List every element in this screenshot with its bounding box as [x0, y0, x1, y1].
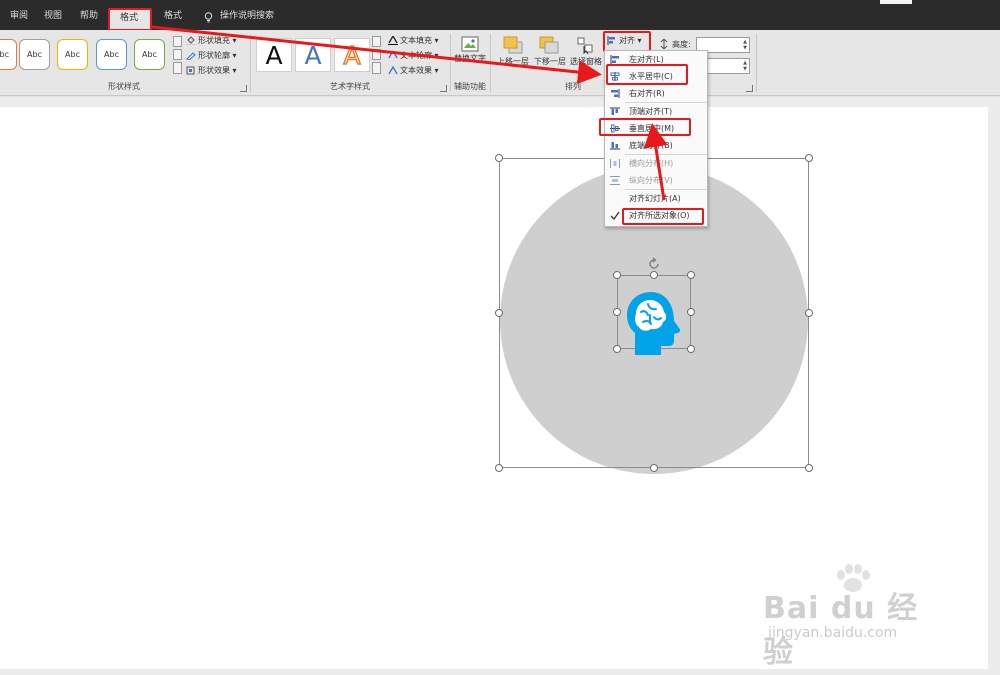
selection-pane-button[interactable]: 选择窗格 [569, 56, 603, 67]
shape-style-preview-3[interactable]: Abc [57, 39, 88, 70]
text-fill-icon [388, 36, 398, 45]
shape-fill-button[interactable]: 形状填充 ▾ [186, 35, 237, 46]
text-effects-button[interactable]: 文本效果 ▾ [388, 65, 439, 76]
wordart-launcher[interactable] [440, 85, 447, 92]
send-backward-button[interactable]: 下移一层 [531, 56, 569, 67]
baidu-jingyan-watermark: Bai du 经验 jingyan.baidu.com [763, 563, 947, 670]
resize-handle-bottom-left[interactable] [495, 464, 503, 472]
head-brain-icon[interactable] [626, 290, 682, 356]
highlight-box-align-middle [599, 118, 691, 136]
icon-handle-left[interactable] [613, 308, 621, 316]
watermark-url: jingyan.baidu.com [768, 625, 898, 641]
wordart-sample-orange-outline[interactable]: A [334, 38, 370, 72]
bring-forward-icon [503, 36, 523, 54]
align-right-icon [611, 89, 620, 98]
resize-handle-right[interactable] [805, 309, 813, 317]
send-backward-icon [539, 36, 559, 54]
wordart-sample-black[interactable]: A [256, 38, 292, 72]
selection-pane-icon [577, 37, 593, 54]
paint-bucket-icon [186, 36, 196, 45]
alt-text-icon [461, 36, 479, 52]
wordart-scroll-down[interactable] [372, 49, 381, 60]
tab-help[interactable]: 帮助 [74, 8, 104, 24]
height-label: 高度: [672, 40, 691, 49]
wordart-sample-blue[interactable]: A [295, 38, 331, 72]
tab-view[interactable]: 视图 [38, 8, 68, 24]
size-launcher[interactable] [746, 85, 753, 92]
text-outline-button[interactable]: 文本轮廓 ▾ [388, 50, 439, 61]
shape-effects-icon [186, 66, 195, 75]
resize-handle-bottom-right[interactable] [805, 464, 813, 472]
highlight-box-format-tab [108, 8, 152, 31]
shape-style-preview-1[interactable]: Abc [0, 39, 17, 70]
highlight-box-align-selected [622, 208, 704, 225]
text-outline-icon [388, 51, 398, 59]
resize-handle-top-left[interactable] [495, 154, 503, 162]
ribbon: Abc Abc Abc Abc Abc 形状填充 ▾ 形状轮廓 ▾ 形状效果 ▾… [0, 30, 1000, 96]
shape-style-preview-2[interactable]: Abc [19, 39, 50, 70]
gallery-scroll-down[interactable] [173, 49, 182, 60]
menu-item-align-bottom[interactable]: 底端对齐(B) [605, 137, 707, 154]
group-divider [250, 34, 251, 92]
shape-styles-launcher[interactable] [240, 85, 247, 92]
highlight-box-align-center [606, 64, 688, 85]
distribute-horizontal-icon [610, 159, 620, 168]
alt-text-button[interactable]: 替换文字 [452, 54, 488, 64]
tab-format-picture[interactable]: 格式 [158, 8, 188, 24]
distribute-vertical-icon [610, 176, 620, 185]
powerpoint-window: 审阅 视图 帮助 格式 格式 操作说明搜索 Abc Abc Abc Abc Ab… [0, 0, 1000, 675]
group-label-wordart-styles: 艺术字样式 [330, 82, 370, 91]
menu-item-align-to-slide[interactable]: 对齐幻灯片(A) [605, 190, 707, 207]
align-top-icon [610, 107, 620, 115]
group-divider [490, 34, 491, 92]
window-control-area [880, 0, 912, 4]
icon-handle-bottom-left[interactable] [613, 345, 621, 353]
pen-icon [186, 52, 196, 60]
gallery-more-button[interactable] [173, 62, 182, 74]
shape-style-preview-5[interactable]: Abc [134, 39, 165, 70]
wordart-scroll-up[interactable] [372, 36, 381, 47]
ribbon-tab-bar: 审阅 视图 帮助 格式 格式 操作说明搜索 [0, 0, 1000, 31]
align-bottom-icon [610, 142, 620, 150]
group-divider [756, 34, 757, 92]
group-label-accessibility: 辅助功能 [454, 82, 486, 91]
resize-handle-left[interactable] [495, 309, 503, 317]
rotate-handle-icon[interactable] [647, 257, 661, 271]
tell-me-search[interactable]: 操作说明搜索 [220, 8, 280, 24]
resize-handle-top-right[interactable] [805, 154, 813, 162]
align-left-icon [610, 55, 619, 64]
bring-forward-button[interactable]: 上移一层 [494, 56, 532, 67]
gallery-scroll-up[interactable] [173, 36, 182, 47]
highlight-box-align-button [603, 31, 651, 52]
menu-item-align-right[interactable]: 右对齐(R) [605, 85, 707, 102]
tab-review[interactable]: 审阅 [4, 8, 34, 24]
shape-effects-button[interactable]: 形状效果 ▾ [186, 65, 237, 76]
icon-handle-right[interactable] [687, 308, 695, 316]
lightbulb-icon [204, 12, 213, 23]
resize-handle-bottom[interactable] [650, 464, 658, 472]
height-icon [660, 39, 668, 49]
text-effects-icon [388, 66, 398, 75]
icon-handle-top[interactable] [650, 271, 658, 279]
icon-handle-bottom-right[interactable] [687, 345, 695, 353]
wordart-more-button[interactable] [372, 62, 381, 74]
check-icon [610, 211, 620, 220]
group-label-shape-styles: 形状样式 [108, 82, 140, 91]
shape-outline-button[interactable]: 形状轮廓 ▾ [186, 50, 237, 61]
shape-style-preview-4[interactable]: Abc [96, 39, 127, 70]
icon-handle-top-right[interactable] [687, 271, 695, 279]
icon-handle-top-left[interactable] [613, 271, 621, 279]
text-fill-button[interactable]: 文本填充 ▾ [388, 35, 439, 46]
menu-item-distribute-vertical: 纵向分布(V) [605, 172, 707, 189]
menu-item-distribute-horizontal: 横向分布(H) [605, 155, 707, 172]
